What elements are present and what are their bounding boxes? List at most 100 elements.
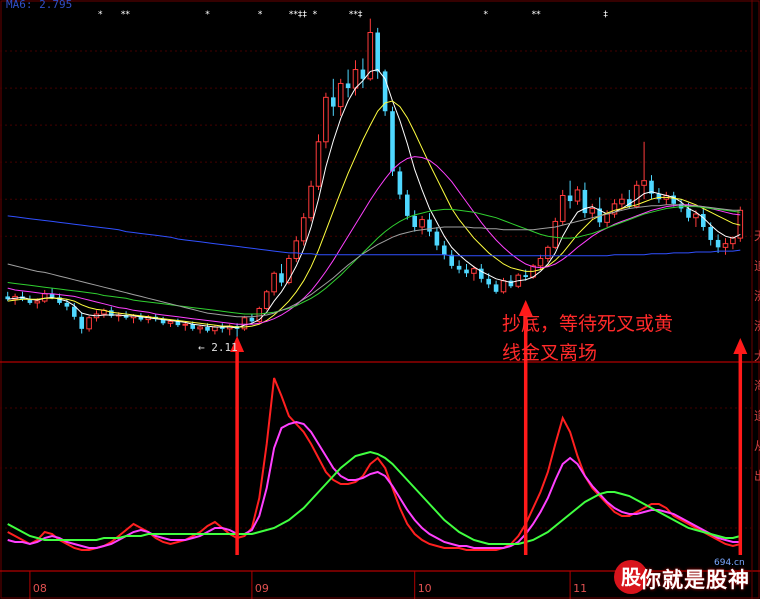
candle-body-down bbox=[79, 316, 84, 329]
side-label-char: 大 bbox=[754, 349, 760, 363]
candle-body-down bbox=[434, 231, 440, 246]
candle-body-up bbox=[552, 220, 559, 248]
signal-marker: **‡ bbox=[349, 10, 363, 20]
logo-text: 你就是股神 bbox=[640, 568, 750, 592]
side-label-char: 海 bbox=[754, 378, 760, 393]
candle-body-up bbox=[197, 326, 203, 330]
candle-body-down bbox=[456, 265, 462, 270]
signal-marker: * bbox=[98, 10, 103, 20]
candle-body-down bbox=[397, 171, 403, 195]
candle-body-down bbox=[442, 245, 447, 255]
candle-body-down bbox=[72, 306, 77, 317]
signal-marker: * bbox=[258, 10, 263, 20]
candle-body-up bbox=[182, 323, 189, 326]
candle-body-up bbox=[300, 217, 307, 242]
candle-body-up bbox=[589, 207, 596, 214]
chart-window: 08091011*******‡‡***‡***‡天追沸沸大海道从出 MA6: … bbox=[0, 0, 760, 599]
candle-body-up bbox=[559, 195, 566, 222]
signal-marker: * bbox=[484, 10, 489, 20]
candle-body-down bbox=[427, 219, 432, 232]
candle-body-up bbox=[574, 189, 581, 202]
indicator-line bbox=[7, 450, 741, 545]
signal-marker: ** bbox=[121, 10, 131, 20]
candle-body-up bbox=[323, 96, 329, 143]
logo-url: 694.cn bbox=[714, 558, 745, 568]
candle-body-up bbox=[337, 82, 344, 108]
candle-body-down bbox=[205, 326, 210, 331]
candle-body-down bbox=[190, 324, 195, 329]
side-label-char: 天 bbox=[754, 229, 760, 243]
candle-body-up bbox=[34, 300, 41, 304]
signal-marker: * bbox=[205, 10, 210, 20]
candle-body-down bbox=[360, 69, 366, 79]
candle-body-up bbox=[293, 240, 300, 259]
candle-body-up bbox=[271, 272, 277, 293]
candle-body-down bbox=[249, 317, 255, 322]
stock-chart-canvas: 08091011*******‡‡***‡***‡天追沸沸大海道从出 bbox=[0, 0, 760, 599]
side-label-char: 沸 bbox=[754, 289, 760, 303]
grid-layer bbox=[0, 0, 760, 599]
candle-body-up bbox=[263, 291, 270, 309]
candle-body-up bbox=[633, 184, 640, 208]
candle-body-down bbox=[345, 83, 351, 89]
candle-body-down bbox=[715, 239, 721, 248]
candle-body-up bbox=[722, 243, 729, 248]
candle-body-down bbox=[464, 269, 469, 274]
ma-line bbox=[7, 156, 741, 325]
low-price-label: ← 2.11 bbox=[198, 341, 238, 354]
side-label-char: 追 bbox=[754, 258, 760, 273]
indicator-line bbox=[7, 420, 741, 549]
candle-body-up bbox=[308, 185, 314, 219]
candle-body-up bbox=[500, 280, 507, 293]
candle-body-up bbox=[537, 257, 544, 267]
indicator-line-layer bbox=[7, 377, 741, 551]
candle-body-down bbox=[508, 280, 514, 287]
candle-body-up bbox=[86, 317, 92, 330]
ma-line bbox=[7, 204, 741, 318]
signal-marker: ‡ bbox=[603, 10, 608, 20]
candle-body-down bbox=[279, 273, 284, 283]
signal-marker: **‡‡ bbox=[289, 10, 308, 20]
side-label-char: 出 bbox=[754, 469, 760, 483]
candle-body-down bbox=[375, 32, 380, 72]
candle-body-up bbox=[545, 246, 551, 259]
strategy-note: 抄底，等待死叉或黄 线金叉离场 bbox=[502, 313, 674, 364]
candle-body-down bbox=[523, 275, 528, 277]
side-label-char: 沸 bbox=[754, 319, 760, 333]
side-label-char: 从 bbox=[754, 439, 760, 453]
ma-line bbox=[7, 100, 741, 328]
candle-body-up bbox=[604, 213, 610, 223]
signal-marker: * bbox=[313, 10, 318, 20]
candle-body-up bbox=[315, 141, 322, 187]
candle-body-up bbox=[471, 268, 477, 274]
candle-body-up bbox=[619, 198, 625, 205]
candle-body-up bbox=[419, 219, 425, 228]
candle-body-up bbox=[730, 237, 736, 245]
ma-label: MA6: 2.795 bbox=[6, 0, 73, 11]
candle-body-down bbox=[390, 111, 395, 172]
candle-body-down bbox=[64, 302, 70, 307]
candle-body-down bbox=[708, 226, 713, 240]
candle-body-up bbox=[693, 213, 699, 219]
candle-body-down bbox=[567, 195, 573, 202]
side-label-char: 道 bbox=[754, 409, 760, 423]
candle-body-down bbox=[449, 254, 454, 266]
candle-layer bbox=[5, 18, 744, 338]
x-tick-label: 10 bbox=[418, 582, 432, 595]
candle-body-down bbox=[405, 194, 410, 216]
candle-body-down bbox=[493, 284, 499, 292]
candle-body-down bbox=[331, 97, 336, 107]
candle-body-up bbox=[641, 180, 647, 186]
candle-body-up bbox=[167, 320, 174, 324]
candle-body-up bbox=[41, 293, 48, 302]
ma-line bbox=[7, 206, 741, 315]
signal-marker: ** bbox=[532, 10, 542, 20]
candle-body-down bbox=[412, 215, 417, 227]
x-tick-label: 09 bbox=[255, 582, 269, 595]
candle-body-down bbox=[486, 278, 491, 285]
indicator-line bbox=[7, 377, 741, 551]
watermark-logo: 股 你就是股神 694.cn bbox=[614, 558, 760, 599]
x-tick-label: 11 bbox=[573, 582, 587, 595]
candle-body-up bbox=[352, 69, 359, 89]
x-tick-label: 08 bbox=[33, 582, 47, 595]
